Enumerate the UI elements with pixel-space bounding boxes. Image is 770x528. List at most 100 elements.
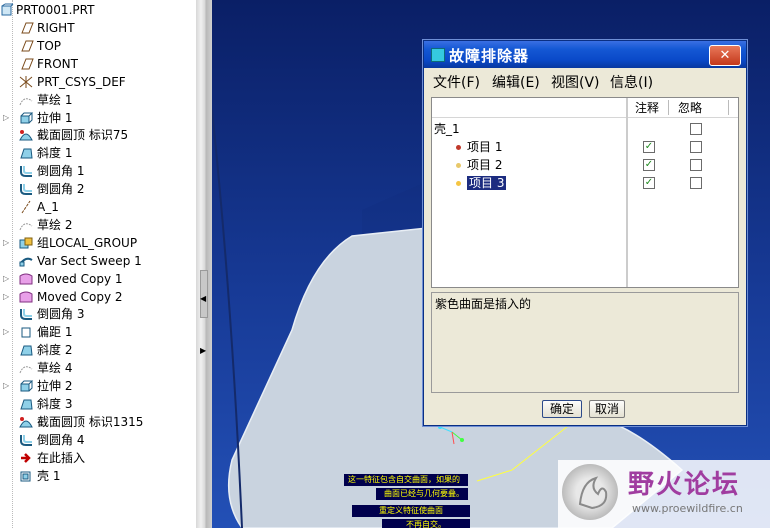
datum-plane-icon [18,21,34,35]
round-icon [18,164,34,178]
tree-item-label: 草绘 4 [37,361,73,376]
menu-view[interactable]: 视图(V) [551,72,600,92]
tree-item-label: RIGHT [37,21,75,35]
tree-item-label: 截面圆顶 标识75 [37,128,129,143]
tree-root-label: PRT0001.PRT [16,3,95,17]
moved-copy-icon [18,290,34,304]
tree-item-label: A_1 [37,200,59,214]
item-label: 项目 1 [467,140,503,154]
dialog-titlebar[interactable]: 故障排除器 ✕ [424,41,746,68]
expand-arrow-icon[interactable]: ▷ [3,234,11,252]
tree-item-label: TOP [37,38,62,53]
extrude-icon [18,111,34,125]
ok-button[interactable]: 确定 [542,400,582,418]
note-checkbox[interactable]: ✓ [643,159,655,171]
troubleshooter-dialog[interactable]: 故障排除器 ✕ 文件(F) 编辑(E) 视图(V) 信息(I) 注释 忽略 壳_… [423,40,747,426]
tree-item-label: 壳 1 [37,468,61,483]
error-note-line-1: 这一特征包含自交曲面，如果的 [344,474,468,486]
ignore-checkbox[interactable] [690,177,702,189]
tree-item-label: 组LOCAL_GROUP [37,235,138,250]
section-dome-icon [18,415,34,429]
item-row[interactable]: 项目 2 [456,156,502,174]
bullet-icon [456,144,461,150]
ignore-checkbox[interactable] [690,159,702,171]
draft-icon [18,397,34,411]
var-sect-sweep-icon [18,254,34,268]
shell-icon [18,469,34,483]
draft-icon [18,146,34,160]
watermark-url: www.proewildfire.cn [632,502,743,515]
tree-item-label: 截面圆顶 标识1315 [37,414,144,429]
coordinate-system-icon [18,75,34,89]
cancel-button[interactable]: 取消 [589,400,625,418]
note-checkbox[interactable]: ✓ [643,177,655,189]
datum-plane-icon [18,39,34,53]
item-row[interactable]: 项目 3 [456,174,507,192]
tree-item-label: Var Sect Sweep 1 [37,253,142,268]
bullet-icon [456,162,461,168]
tree-item-label: 倒圆角 4 [37,432,85,447]
item-label: 项目 2 [467,158,503,172]
tree-item-label: 斜度 1 [37,146,73,161]
sketch-icon [18,361,34,375]
menu-file[interactable]: 文件(F) [433,72,480,92]
draft-icon [18,343,34,357]
ignore-checkbox[interactable] [690,141,702,153]
tree-item-label: 拉伸 1 [37,110,73,125]
description-panel: 紫色曲面是插入的 [431,292,739,393]
forum-logo-icon [562,464,618,520]
round-icon [18,182,34,196]
collapse-arrow-icon[interactable]: ◀ [200,294,206,303]
round-icon [18,433,34,447]
close-button[interactable]: ✕ [709,45,741,66]
column-ignore[interactable]: 忽略 [678,99,702,116]
tree-item-label: FRONT [37,56,78,71]
tree-item-label: 斜度 3 [37,396,73,411]
forum-watermark: 野火论坛 www.proewildfire.cn [558,460,770,528]
panel-splitter[interactable]: ◀ ▶ [196,0,212,528]
description-text: 紫色曲面是插入的 [435,297,532,311]
part-icon [0,3,16,17]
model-tree[interactable]: PRT0001.PRT RIGHT TOP FRONT PRT_CSYS_DEF 草绘 … [0,0,196,528]
datum-axis-icon [18,200,34,214]
header-divider [668,100,669,115]
item-label: 项目 3 [467,176,507,190]
error-note-line-3: 重定义特征使曲面 [352,505,470,517]
dialog-title: 故障排除器 [449,47,530,65]
tree-item-label: 在此插入 [37,450,86,465]
tree-item-label: 斜度 2 [37,343,73,358]
insert-here-arrow-icon [18,451,34,465]
tree-item-label: 拉伸 2 [37,379,73,393]
header-divider [728,100,729,115]
menu-info[interactable]: 信息(I) [610,72,653,92]
menu-edit[interactable]: 编辑(E) [492,72,540,92]
tree-item-label: PRT_CSYS_DEF [37,74,126,89]
expand-arrow-icon[interactable]: ▷ [3,323,11,341]
tree-item-label: Moved Copy 1 [37,271,123,286]
column-note[interactable]: 注释 [635,99,659,116]
error-note-line-2: 曲面已经与几何要叠。 [376,488,468,500]
group-icon [18,236,34,250]
sketch-icon [18,218,34,232]
tree-item-label: 草绘 2 [37,217,73,232]
tree-guide-line [12,0,14,528]
expand-arrow-icon[interactable]: ▷ [3,109,11,127]
menu-bar: 文件(F) 编辑(E) 视图(V) 信息(I) [424,69,746,93]
tree-item-label: Moved Copy 2 [37,289,123,304]
offset-icon [18,325,34,339]
expand-arrow-icon[interactable]: ▷ [3,270,11,288]
note-checkbox[interactable]: ✓ [643,141,655,153]
item-list-panel[interactable]: 注释 忽略 壳_1 项目 1 ✓ 项目 2 ✓ 项目 3 ✓ [431,97,739,288]
round-icon [18,307,34,321]
group-row[interactable]: 壳_1 [434,120,460,138]
item-row[interactable]: 项目 1 [456,138,502,156]
error-note-line-4: 不再自交。 [382,519,470,528]
expand-arrow-icon[interactable]: ▷ [3,288,11,306]
group-ignore-checkbox[interactable] [690,123,702,135]
list-header: 注释 忽略 [432,98,738,118]
expand-arrow-icon[interactable]: ▷ [3,377,11,395]
app-icon [431,48,445,62]
expand-arrow-icon[interactable]: ▶ [200,346,206,355]
tree-item-label: 倒圆角 3 [37,307,85,322]
column-divider [626,98,628,287]
